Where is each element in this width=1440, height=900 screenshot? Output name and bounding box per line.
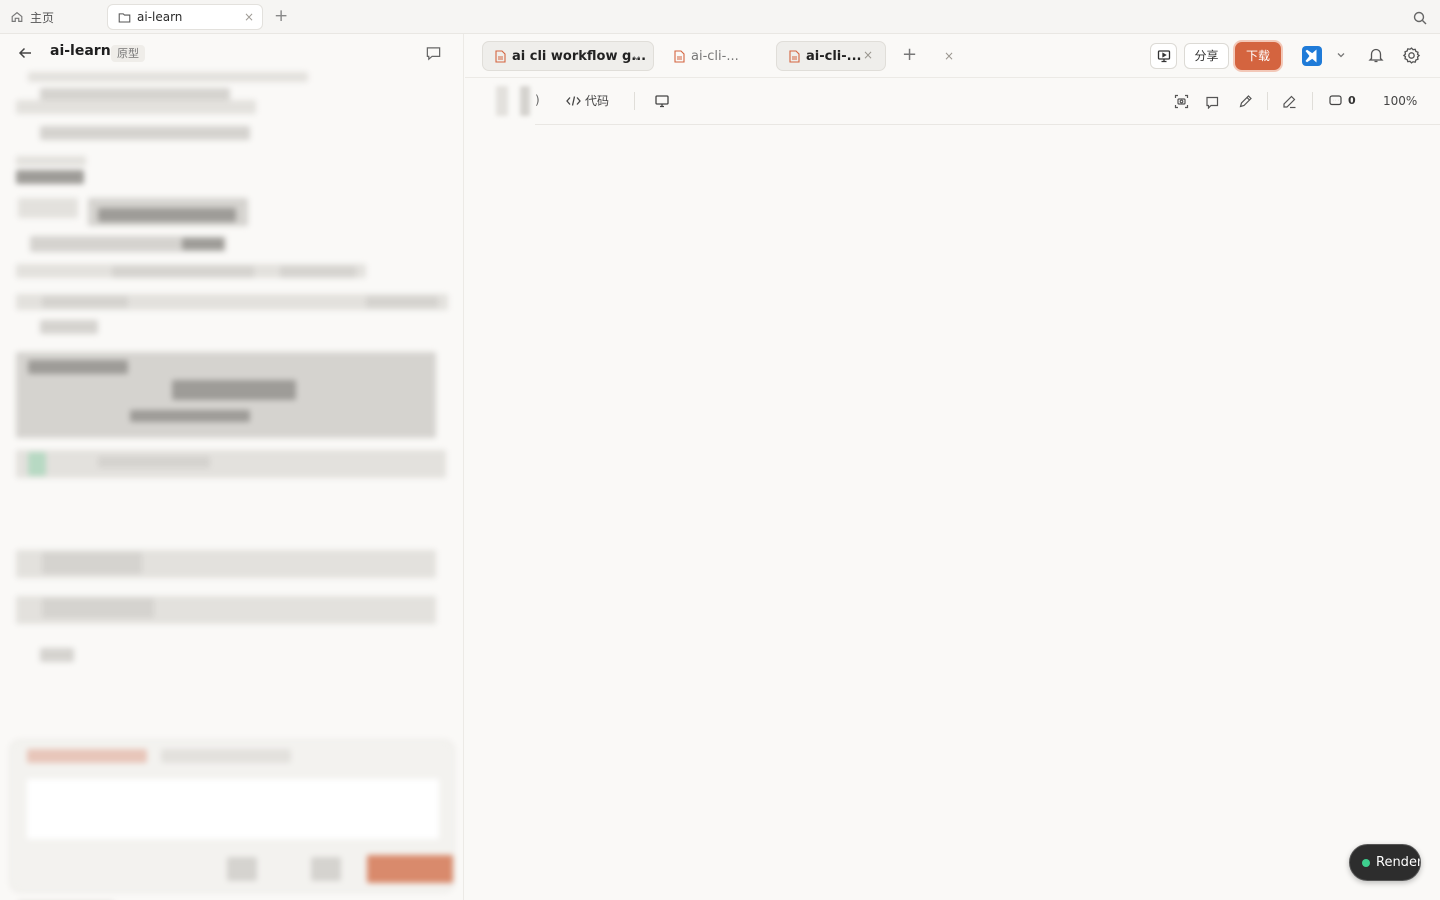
blurred-chat-history: [0, 70, 463, 900]
comment-icon: [1329, 94, 1342, 105]
toolbar-overflow-ghost: [490, 86, 535, 116]
file-icon: [495, 49, 506, 63]
comment-count: 0: [1348, 94, 1356, 107]
toolbar-divider: [1267, 92, 1268, 110]
edit-icon[interactable]: [1282, 94, 1297, 109]
close-tab-icon[interactable]: ×: [863, 48, 873, 62]
project-type-badge: 原型: [111, 45, 145, 62]
close-tab-icon[interactable]: ×: [244, 10, 254, 24]
zoom-level[interactable]: 100%: [1383, 94, 1417, 108]
present-button[interactable]: [1150, 43, 1177, 69]
file-tab-label: ai-cli-...: [806, 48, 862, 64]
project-tab[interactable]: ai-learn ×: [107, 4, 263, 30]
app-title-bar: 主页 ai-learn × +: [0, 0, 1440, 34]
home-tab-label: 主页: [30, 10, 55, 25]
code-icon: [566, 95, 581, 106]
present-icon: [1157, 50, 1170, 63]
gear-icon[interactable]: [1402, 46, 1421, 65]
file-tab-2[interactable]: ai-cli-... ×: [776, 41, 886, 71]
file-icon: [674, 49, 685, 63]
home-icon: [11, 11, 23, 22]
chat-panel: ai-learn 原型: [0, 34, 464, 900]
file-tab-label: ai-cli-...: [691, 48, 739, 64]
close-tab-icon[interactable]: ×: [944, 49, 954, 63]
chevron-down-icon[interactable]: [1335, 49, 1347, 61]
file-tab-0[interactable]: ai cli workflow g...: [482, 41, 654, 71]
folder-icon: [118, 12, 131, 22]
file-tab-label: ai cli workflow g...: [512, 48, 647, 64]
file-icon: [789, 49, 800, 63]
toolbar-cut-glyph: ): [535, 93, 540, 107]
chat-input-card[interactable]: [10, 740, 454, 892]
vscode-icon[interactable]: [1302, 46, 1322, 66]
back-arrow-icon[interactable]: [16, 44, 34, 62]
screenshot-icon[interactable]: [1174, 94, 1189, 109]
monitor-icon[interactable]: [655, 94, 669, 108]
file-tab-1[interactable]: ai-cli-... ×: [662, 41, 954, 71]
preview-toolbar: ) 代码 0 100%: [535, 78, 1440, 125]
preview-canvas[interactable]: [465, 125, 1440, 900]
add-tab-button[interactable]: +: [274, 6, 288, 26]
search-icon[interactable]: [1412, 10, 1428, 26]
render-label: Render: [1376, 855, 1421, 870]
comments-counter[interactable]: 0: [1329, 94, 1356, 107]
add-file-tab-button[interactable]: +: [902, 44, 917, 65]
bell-icon[interactable]: [1367, 46, 1385, 64]
share-button[interactable]: 分享: [1184, 43, 1229, 69]
toolbar-divider: [1312, 92, 1313, 110]
chevron-down-icon[interactable]: [632, 53, 641, 62]
chat-panel-header: ai-learn 原型: [0, 34, 463, 72]
code-button[interactable]: 代码: [566, 92, 609, 109]
comment-icon[interactable]: [425, 45, 442, 62]
project-tab-label: ai-learn: [137, 10, 183, 24]
status-dot: [1362, 858, 1370, 867]
project-name: ai-learn: [50, 43, 111, 59]
download-button[interactable]: 下载: [1235, 42, 1281, 70]
render-status-pill[interactable]: Render: [1349, 844, 1421, 881]
file-tab-strip: ai cli workflow g... ai-cli-... × ai-cli…: [465, 34, 1440, 78]
pen-icon[interactable]: [1238, 94, 1253, 109]
home-tab[interactable]: 主页: [8, 4, 98, 30]
code-button-label: 代码: [585, 94, 610, 108]
crop-icon[interactable]: [1205, 94, 1220, 109]
toolbar-divider: [634, 92, 635, 110]
